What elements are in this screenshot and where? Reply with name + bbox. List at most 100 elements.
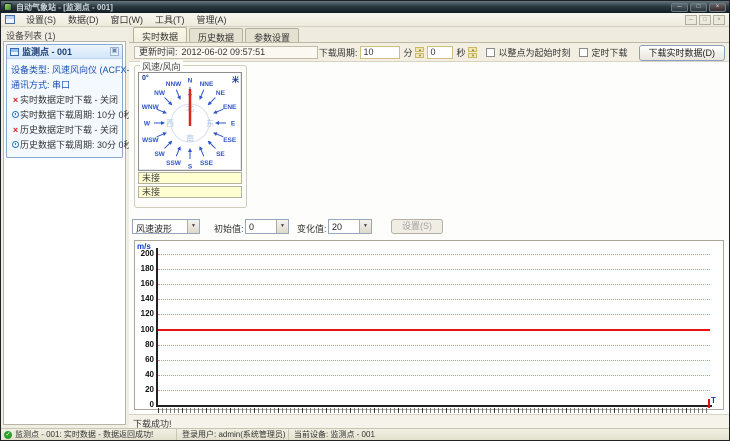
device-panel-header[interactable]: 监测点 - 001 — [7, 45, 122, 59]
menu-settings[interactable]: 设置(S) — [20, 12, 62, 27]
waveform-value: 风速波形 — [136, 224, 173, 233]
y-tick-label: 20 — [145, 384, 154, 394]
mdi-minimize-icon[interactable] — [685, 14, 697, 25]
minutes-input[interactable]: 10 — [360, 46, 401, 59]
align-start-checkbox[interactable] — [486, 48, 496, 57]
toolbar: 更新时间: 2012-06-02 09:57:51 下载周期: 10 分 0 秒… — [129, 43, 729, 62]
history-period-line: 历史数据下载周期: 30分 0秒 — [9, 137, 133, 152]
seconds-stepper[interactable] — [468, 47, 478, 58]
tabbar: 实时数据 历史数据 参数设置 — [129, 27, 729, 43]
y-tick-label: 60 — [145, 354, 154, 364]
device-list: 监测点 - 001 设备类型: 风速风向仪 (ACFX-4) 通讯方式: 串口 … — [3, 41, 138, 425]
compass-degree-label: 0° — [142, 75, 149, 82]
align-start-checkbox-group[interactable]: 以整点为起始时刻 — [486, 46, 570, 59]
set-button[interactable]: 设置(S) — [391, 219, 443, 234]
line-text: 历史数据定时下载 - 关闭 — [20, 125, 118, 135]
timed-download-checkbox[interactable] — [579, 48, 589, 57]
mdi-close-icon[interactable] — [713, 14, 725, 25]
direction-label: ENE — [223, 104, 237, 111]
app-icon — [4, 3, 12, 11]
seconds-input[interactable]: 0 — [427, 46, 454, 59]
chart-x-axis — [156, 405, 712, 407]
y-tick-label: 140 — [140, 294, 154, 304]
direction-tick — [164, 140, 173, 149]
download-status-message: 下载成功! — [129, 414, 729, 429]
grid-line — [158, 374, 710, 376]
direction-label: NE — [216, 90, 226, 97]
y-tick-label: 100 — [140, 324, 154, 334]
x-icon — [11, 95, 20, 105]
direction-label: SE — [216, 151, 225, 158]
chevron-down-icon[interactable] — [276, 220, 288, 233]
app-window: 自动气象站 - [监测点 - 001] 设置(S) 数据(D) 窗口(W) 工具… — [0, 0, 730, 441]
window-title: 自动气象站 - [监测点 - 001] — [16, 2, 113, 12]
line-text: 实时数据下载周期: 10分 0秒 — [20, 110, 133, 120]
timed-download-label: 定时下载 — [591, 48, 628, 58]
tab-history-data[interactable]: 历史数据 — [189, 28, 244, 43]
direction-label: N — [188, 78, 193, 85]
device-type-line: 设备类型: 风速风向仪 (ACFX-4) — [11, 65, 138, 75]
delta-value-select[interactable]: 20 — [328, 219, 372, 234]
menu-admin[interactable]: 管理(A) — [191, 12, 233, 27]
direction-tick — [175, 146, 181, 157]
initial-value-label: 初始值: — [214, 224, 244, 234]
tab-realtime-data[interactable]: 实时数据 — [133, 27, 188, 42]
panel-collapse-icon[interactable] — [110, 47, 119, 56]
direction-tick — [213, 108, 224, 114]
direction-label: S — [188, 164, 193, 171]
statusbar-status-text: 监测点 - 001: 实时数据 - 数据返回成功! — [15, 430, 154, 439]
y-tick-label: 80 — [145, 339, 154, 349]
download-realtime-button[interactable]: 下载实时数据(D) — [638, 44, 725, 61]
direction-tick — [175, 89, 181, 100]
waveform-select[interactable]: 风速波形 — [132, 219, 200, 234]
device-list-header: 设备列表 (1) — [6, 31, 56, 41]
y-tick-label: 120 — [140, 309, 154, 319]
update-time-value: 2012-06-02 09:57:51 — [181, 47, 266, 57]
minutes-stepper[interactable] — [415, 47, 425, 58]
spin-up-icon[interactable] — [415, 47, 425, 52]
device-panel: 监测点 - 001 设备类型: 风速风向仪 (ACFX-4) 通讯方式: 串口 … — [6, 44, 138, 158]
wind-speed-chart: m/s T 0 20 40 60 80 100 120 140 160 180 200 — [134, 240, 724, 413]
timed-download-checkbox-group[interactable]: 定时下载 — [579, 46, 628, 59]
direction-tick — [207, 97, 216, 106]
restore-icon[interactable] — [690, 2, 707, 12]
close-icon[interactable] — [709, 2, 726, 12]
history-timer-line: 历史数据定时下载 - 关闭 — [9, 122, 120, 137]
cardinal-label: 西 — [166, 119, 174, 128]
menu-tools[interactable]: 工具(T) — [149, 12, 191, 27]
grid-line — [158, 389, 710, 391]
device-title: 监测点 - 001 — [22, 47, 73, 57]
clock-icon — [12, 111, 19, 118]
y-tick-label: 40 — [145, 369, 154, 379]
initial-value-select[interactable]: 0 — [245, 219, 289, 234]
line-text: 历史数据下载周期: 30分 0秒 — [20, 140, 133, 150]
statusbar-user-segment: 登录用户: admin(系统管理员) — [177, 429, 289, 440]
y-tick-label: 0 — [149, 400, 154, 409]
y-tick-label: 180 — [140, 264, 154, 274]
spin-down-icon[interactable] — [415, 53, 425, 58]
statusbar: 监测点 - 001: 实时数据 - 数据返回成功! 登录用户: admin(系统… — [1, 428, 729, 440]
wind-speed-field: 未接 — [138, 172, 242, 184]
grid-line — [158, 254, 710, 255]
cardinal-label: 东 — [206, 118, 214, 128]
y-tick-label: 200 — [140, 249, 154, 258]
chevron-down-icon[interactable] — [359, 220, 371, 233]
direction-tick — [213, 132, 224, 138]
minimize-icon[interactable] — [671, 2, 688, 12]
menu-window[interactable]: 窗口(W) — [105, 12, 150, 27]
delta-value: 20 — [332, 222, 343, 232]
grid-line — [158, 269, 710, 271]
cardinal-label: 南 — [186, 133, 194, 143]
tab-parameter-settings[interactable]: 参数设置 — [245, 28, 300, 43]
spin-down-icon[interactable] — [468, 53, 478, 58]
sidebar: 设备列表 (1) 监测点 - 001 设备类型: 风速风向仪 (ACFX-4) … — [1, 27, 138, 428]
spin-up-icon[interactable] — [468, 47, 478, 52]
mdi-restore-icon[interactable] — [699, 14, 711, 25]
wind-direction-field: 未接 — [138, 186, 242, 198]
mdi-child-icon[interactable] — [5, 15, 15, 24]
chevron-down-icon[interactable] — [187, 220, 199, 233]
direction-tick — [199, 146, 205, 157]
menu-data[interactable]: 数据(D) — [62, 12, 105, 27]
realtime-data-page: 风速/风向 0° 米 N NNE NE ENE E ESE SE SSE S SSW SW WSW W W… — [129, 60, 729, 414]
update-time-box: 更新时间: 2012-06-02 09:57:51 — [134, 46, 318, 59]
